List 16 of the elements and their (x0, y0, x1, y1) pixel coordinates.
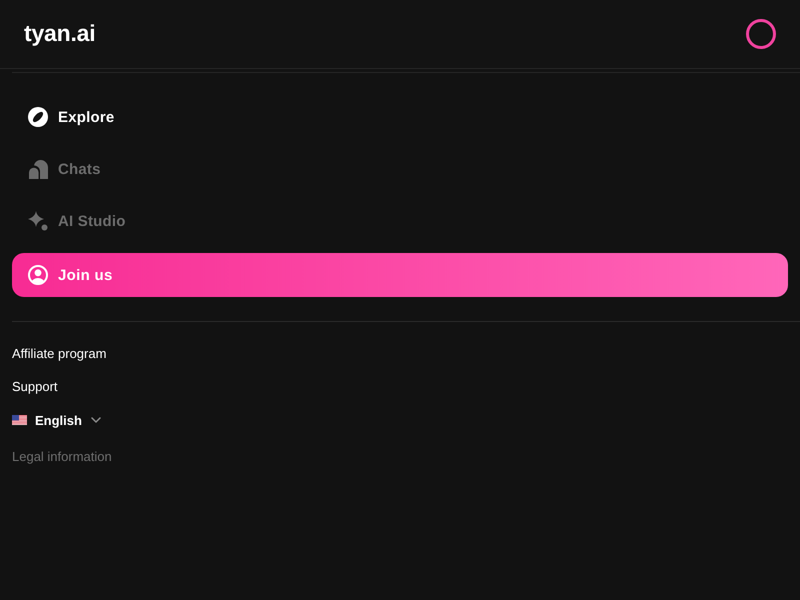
chevron-down-icon (90, 417, 101, 423)
user-icon (28, 265, 48, 285)
us-flag-icon (12, 415, 27, 425)
logo[interactable]: tyan.ai (24, 22, 96, 45)
join-button[interactable]: Join us (12, 253, 788, 297)
nav-item[interactable]: AI Studio (12, 195, 788, 247)
compass-icon (28, 107, 48, 127)
footer-link[interactable]: Support (12, 379, 58, 395)
sparkle-icon (28, 211, 48, 231)
legal-link[interactable]: Legal information (12, 449, 112, 465)
footer-link[interactable]: Affiliate program (12, 346, 106, 362)
chat-bubbles-icon (28, 159, 48, 179)
language-selector[interactable]: English (12, 412, 101, 428)
ring-icon (746, 19, 776, 49)
nav-item[interactable]: Explore (12, 91, 788, 143)
nav-item[interactable]: Chats (12, 143, 788, 195)
